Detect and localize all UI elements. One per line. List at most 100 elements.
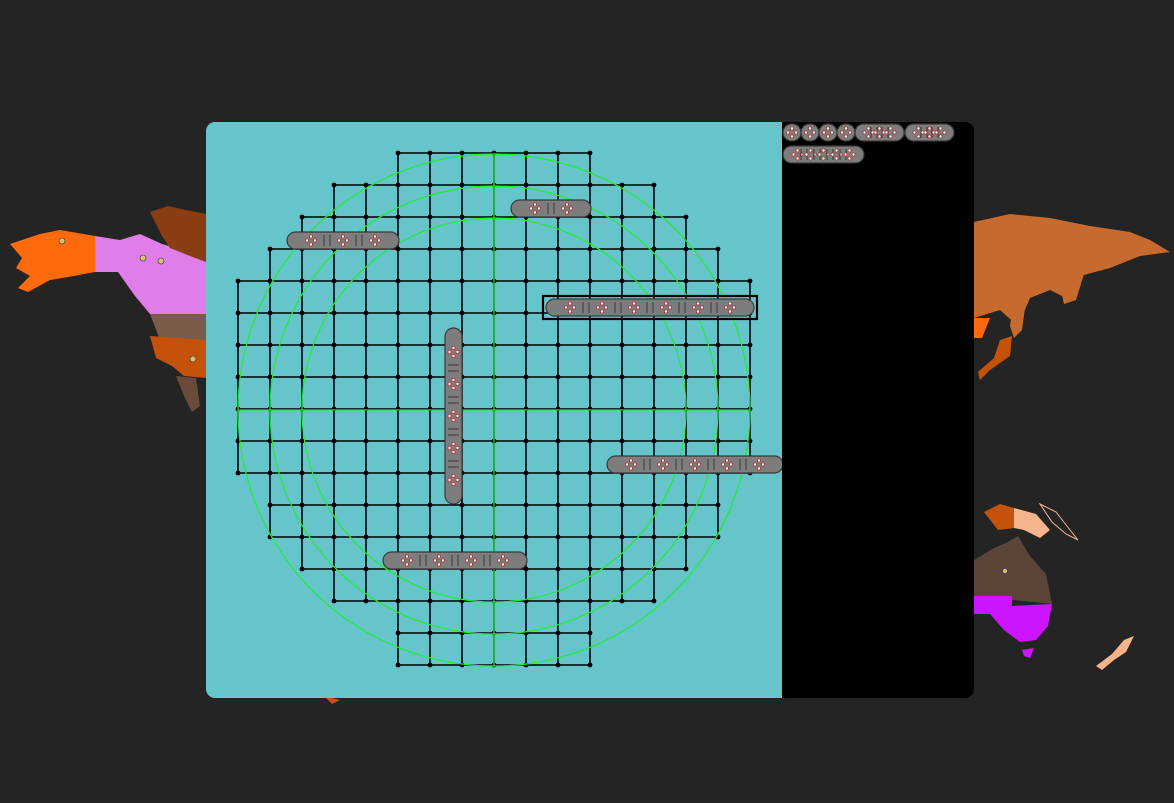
ship-tray[interactable] (782, 122, 974, 698)
ship-light (724, 305, 729, 310)
ship-light (305, 238, 310, 243)
ship-light (400, 558, 405, 563)
ship-ship-a[interactable] (510, 199, 592, 218)
ship-light (372, 242, 377, 247)
game-board[interactable] (206, 122, 782, 698)
ship-light (451, 473, 456, 478)
ship-light (888, 126, 893, 131)
ship-light (826, 134, 831, 139)
ship-light (455, 349, 460, 354)
ship-light (691, 305, 696, 310)
ship-light (500, 562, 505, 567)
ship-light (699, 305, 704, 310)
ship-light (468, 554, 473, 559)
ship-light (834, 148, 839, 153)
ship-light (451, 449, 456, 454)
ship-light (821, 148, 826, 153)
ship-light (451, 441, 456, 446)
ship-light (757, 466, 762, 471)
ship-light (496, 558, 501, 563)
ship-light (808, 148, 813, 153)
ship-hull (545, 298, 755, 317)
ship-light (847, 156, 852, 161)
ship-light (455, 413, 460, 418)
ship-light (725, 466, 730, 471)
ship-light (877, 134, 882, 139)
ship-light (451, 417, 456, 422)
ship-light (568, 206, 573, 211)
ship-light (440, 558, 445, 563)
ship-light (560, 206, 565, 211)
map-region-korea (974, 318, 990, 338)
ship-light (309, 234, 314, 239)
ship-light (799, 152, 804, 157)
ship-light (447, 349, 452, 354)
ship-light (532, 210, 537, 215)
ship-light (451, 345, 456, 350)
ship-ship-d[interactable] (444, 327, 463, 505)
tray-ship-tray-6[interactable] (904, 123, 955, 142)
ship-light (663, 301, 668, 306)
ship-light (795, 156, 800, 161)
ship-hull (510, 199, 592, 218)
ship-light (817, 152, 822, 157)
star-icon (189, 355, 197, 363)
ship-light (729, 462, 734, 467)
placed-ships (286, 199, 782, 570)
tray-ship-tray-5[interactable] (854, 123, 905, 142)
ship-light (656, 462, 661, 467)
ship-ship-e[interactable] (606, 455, 782, 474)
ship-light (571, 305, 576, 310)
ship-light (789, 134, 794, 139)
tray-ship-tray-4[interactable] (836, 123, 856, 142)
ship-light (848, 130, 853, 135)
tray-ship-tray-3[interactable] (818, 123, 838, 142)
ship-light (866, 126, 871, 131)
ship-light (923, 130, 928, 135)
ship-light (916, 126, 921, 131)
ship-light (696, 462, 701, 467)
map-region-new-zealand (1096, 636, 1134, 670)
tray-ship-tray-7[interactable] (782, 145, 865, 164)
ship-light (834, 156, 839, 161)
tray-ship-tray-2[interactable] (800, 123, 820, 142)
ship-light (635, 305, 640, 310)
ship-light (791, 152, 796, 157)
ship-light (447, 477, 452, 482)
ship-light (404, 562, 409, 567)
ship-light (436, 554, 441, 559)
map-region-new-guinea-west (984, 504, 1014, 530)
star-icon (58, 237, 66, 245)
tray-ships (782, 123, 955, 164)
ship-ship-f[interactable] (382, 551, 528, 570)
ship-light (528, 206, 533, 211)
ship-light (309, 242, 314, 247)
ship-light (599, 309, 604, 314)
map-region-tasmania (1022, 648, 1034, 658)
ship-light (728, 301, 733, 306)
ship-light (789, 126, 794, 131)
map-region-japan (978, 336, 1012, 380)
ship-ship-c[interactable] (541, 294, 759, 321)
star-icon (139, 254, 147, 262)
map-region-australia-south (974, 596, 1052, 642)
ship-light (436, 562, 441, 567)
ship-light (472, 558, 477, 563)
ship-light (451, 409, 456, 414)
ship-light (822, 130, 827, 135)
ship-light (692, 458, 697, 463)
ship-light (912, 130, 917, 135)
ship-light (916, 134, 921, 139)
tray-ship-tray-1[interactable] (782, 123, 802, 142)
ship-light (504, 558, 509, 563)
ship-light (692, 466, 697, 471)
ship-light (628, 458, 633, 463)
ship-light (603, 305, 608, 310)
ship-light (862, 130, 867, 135)
ship-light (844, 134, 849, 139)
ship-light (807, 134, 812, 139)
ship-light (663, 309, 668, 314)
ship-light (938, 134, 943, 139)
ship-light (563, 305, 568, 310)
ship-ship-b[interactable] (286, 231, 400, 250)
